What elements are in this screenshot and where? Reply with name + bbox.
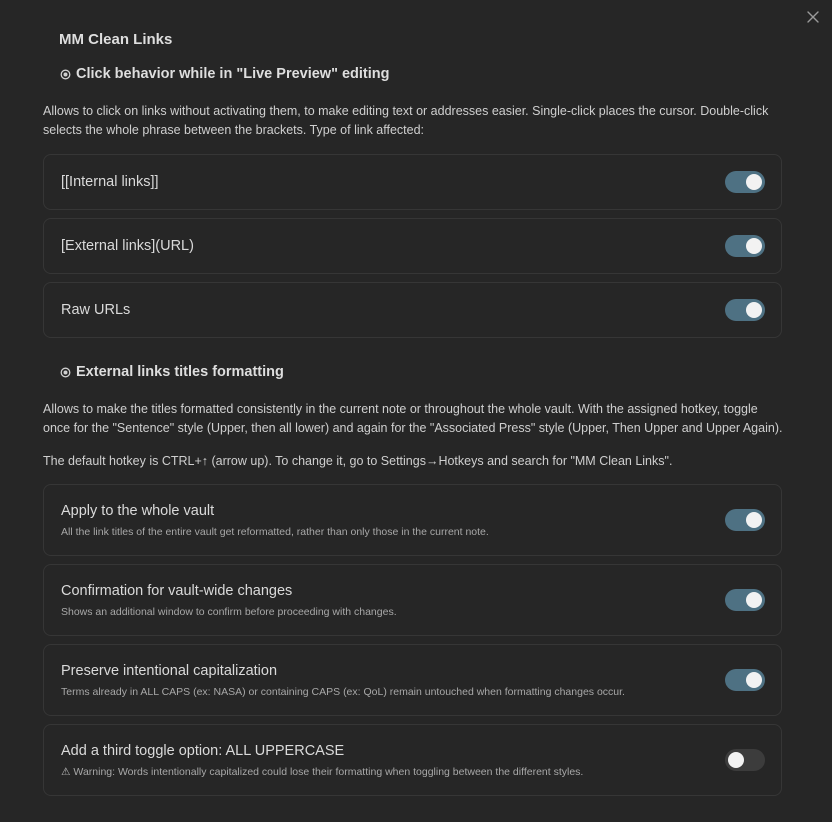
warning-text: Warning: Words intentionally capitalized…	[73, 766, 584, 778]
radio-bullet-icon	[60, 69, 71, 79]
hotkey-description: The default hotkey is CTRL+↑ (arrow up).…	[43, 454, 673, 468]
setting-name: Confirmation for vault-wide changes	[61, 583, 293, 599]
radio-bullet-icon	[60, 367, 71, 377]
section-heading-titles-formatting: External links titles formatting	[60, 364, 284, 380]
warning-icon: ⚠	[61, 766, 71, 778]
toggle-knob	[746, 672, 762, 688]
section-heading-label: External links titles formatting	[76, 364, 284, 380]
section-heading-click-behavior: Click behavior while in "Live Preview" e…	[60, 66, 390, 82]
toggle-apply-whole-vault[interactable]	[725, 509, 765, 531]
setting-confirmation-vault-wide: Confirmation for vault-wide changes Show…	[43, 564, 782, 636]
toggle-knob	[728, 752, 744, 768]
close-icon	[807, 11, 819, 23]
toggle-knob	[746, 238, 762, 254]
toggle-all-uppercase[interactable]	[725, 749, 765, 771]
setting-description: All the link titles of the entire vault …	[61, 526, 489, 538]
toggle-knob	[746, 592, 762, 608]
toggle-knob	[746, 174, 762, 190]
setting-internal-links: [[Internal links]]	[43, 154, 782, 210]
toggle-knob	[746, 512, 762, 528]
setting-preserve-capitalization: Preserve intentional capitalization Term…	[43, 644, 782, 716]
setting-raw-urls: Raw URLs	[43, 282, 782, 338]
setting-description: Terms already in ALL CAPS (ex: NASA) or …	[61, 686, 625, 698]
close-button[interactable]	[804, 8, 822, 26]
section-heading-label: Click behavior while in "Live Preview" e…	[76, 66, 390, 82]
setting-name: Raw URLs	[61, 302, 131, 318]
toggle-internal-links[interactable]	[725, 171, 765, 193]
section-description: Allows to make the titles formatted cons…	[43, 402, 783, 435]
modal-title: MM Clean Links	[59, 31, 173, 48]
setting-name: Apply to the whole vault	[61, 503, 215, 519]
toggle-external-links[interactable]	[725, 235, 765, 257]
setting-external-links: [External links](URL)	[43, 218, 782, 274]
toggle-raw-urls[interactable]	[725, 299, 765, 321]
setting-apply-whole-vault: Apply to the whole vault All the link ti…	[43, 484, 782, 556]
toggle-confirmation-vault-wide[interactable]	[725, 589, 765, 611]
setting-description: Shows an additional window to confirm be…	[61, 606, 397, 618]
setting-name: [[Internal links]]	[61, 174, 159, 190]
section-description: Allows to click on links without activat…	[43, 104, 769, 137]
toggle-preserve-capitalization[interactable]	[725, 669, 765, 691]
toggle-knob	[746, 302, 762, 318]
setting-name: Add a third toggle option: ALL UPPERCASE	[61, 743, 345, 759]
setting-description: ⚠ Warning: Words intentionally capitalize…	[61, 766, 583, 778]
setting-name: [External links](URL)	[61, 238, 194, 254]
setting-all-uppercase: Add a third toggle option: ALL UPPERCASE…	[43, 724, 782, 796]
setting-name: Preserve intentional capitalization	[61, 663, 278, 679]
